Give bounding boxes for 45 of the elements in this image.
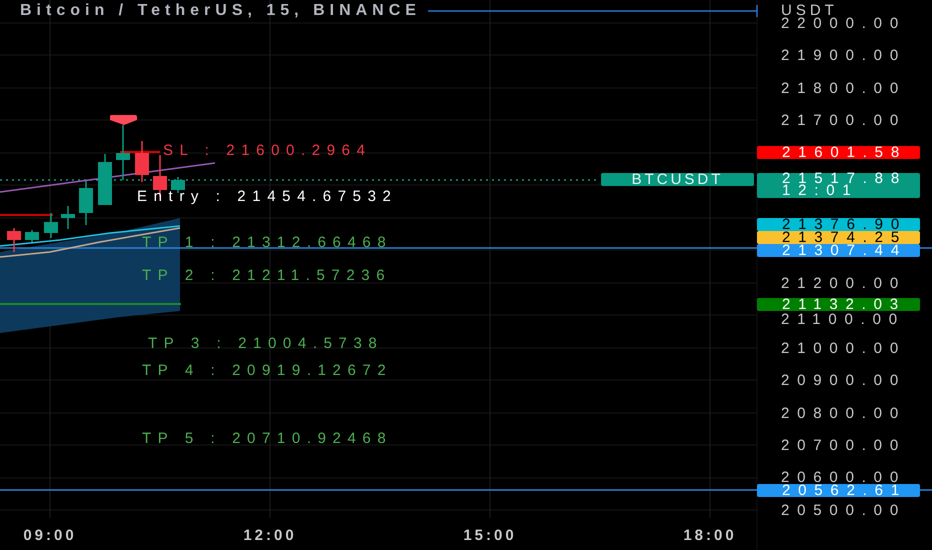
currency-label: USDT: [781, 2, 838, 19]
last-price: 21517.88: [782, 173, 908, 185]
take-profit-label: TP 3 : 21004.5738: [148, 336, 384, 351]
take-profit-label: TP 2 : 21211.57236: [142, 268, 392, 283]
price-tag: 21376.90: [757, 218, 920, 231]
price-tag: 21601.58: [757, 146, 920, 159]
price-tag: 21307.44: [757, 244, 920, 257]
price-axis-label: 22000.00: [781, 16, 906, 31]
symbol-tag: BTCUSDT: [601, 173, 754, 186]
take-profit-label: TP 5 : 20710.92468: [142, 431, 392, 446]
candle: [44, 213, 58, 238]
price-axis-label: 20800.00: [781, 406, 906, 421]
candle: [25, 230, 39, 242]
price-tag: 20562.61: [757, 484, 920, 497]
price-axis-label: 21900.00: [781, 48, 906, 63]
candle: [116, 125, 130, 180]
chart-title: Bitcoin / TetherUS, 15, BINANCE: [20, 2, 421, 20]
price-axis-label: 21000.00: [781, 341, 906, 356]
candle: [7, 228, 21, 252]
price-tag: 21132.03: [757, 298, 920, 311]
time-axis-label: 18:00: [683, 527, 737, 544]
time-axis-label: 09:00: [23, 527, 77, 544]
candle: [61, 206, 75, 229]
price-axis-label: 21800.00: [781, 81, 906, 96]
price-axis-label: 20500.00: [781, 503, 906, 518]
price-tag: 21374.25: [757, 231, 920, 244]
level-line: [0, 214, 53, 216]
stop-loss-line: [120, 151, 160, 153]
signal-marker-icon: [110, 115, 137, 125]
time-axis-label: 15:00: [463, 527, 517, 544]
candle: [98, 154, 112, 205]
entry-label: Entry : 21454.67532: [137, 189, 398, 204]
price-axis-label: 21200.00: [781, 276, 906, 291]
stop-loss-label: SL : 21600.2964: [163, 143, 372, 158]
price-axis-label: 21700.00: [781, 113, 906, 128]
price-axis-label: 20700.00: [781, 438, 906, 453]
price-axis-label: 21100.00: [781, 312, 905, 327]
candle: [79, 181, 93, 225]
candle: [135, 141, 149, 182]
time-axis-label: 12:00: [243, 527, 297, 544]
take-profit-label: TP 1 : 21312.66468: [142, 235, 392, 250]
price-axis-label: 20900.00: [781, 373, 906, 388]
take-profit-label: TP 4 : 20919.12672: [142, 363, 392, 378]
price-axis-label: 20600.00: [781, 470, 906, 485]
countdown-time: 12:01: [782, 185, 859, 197]
